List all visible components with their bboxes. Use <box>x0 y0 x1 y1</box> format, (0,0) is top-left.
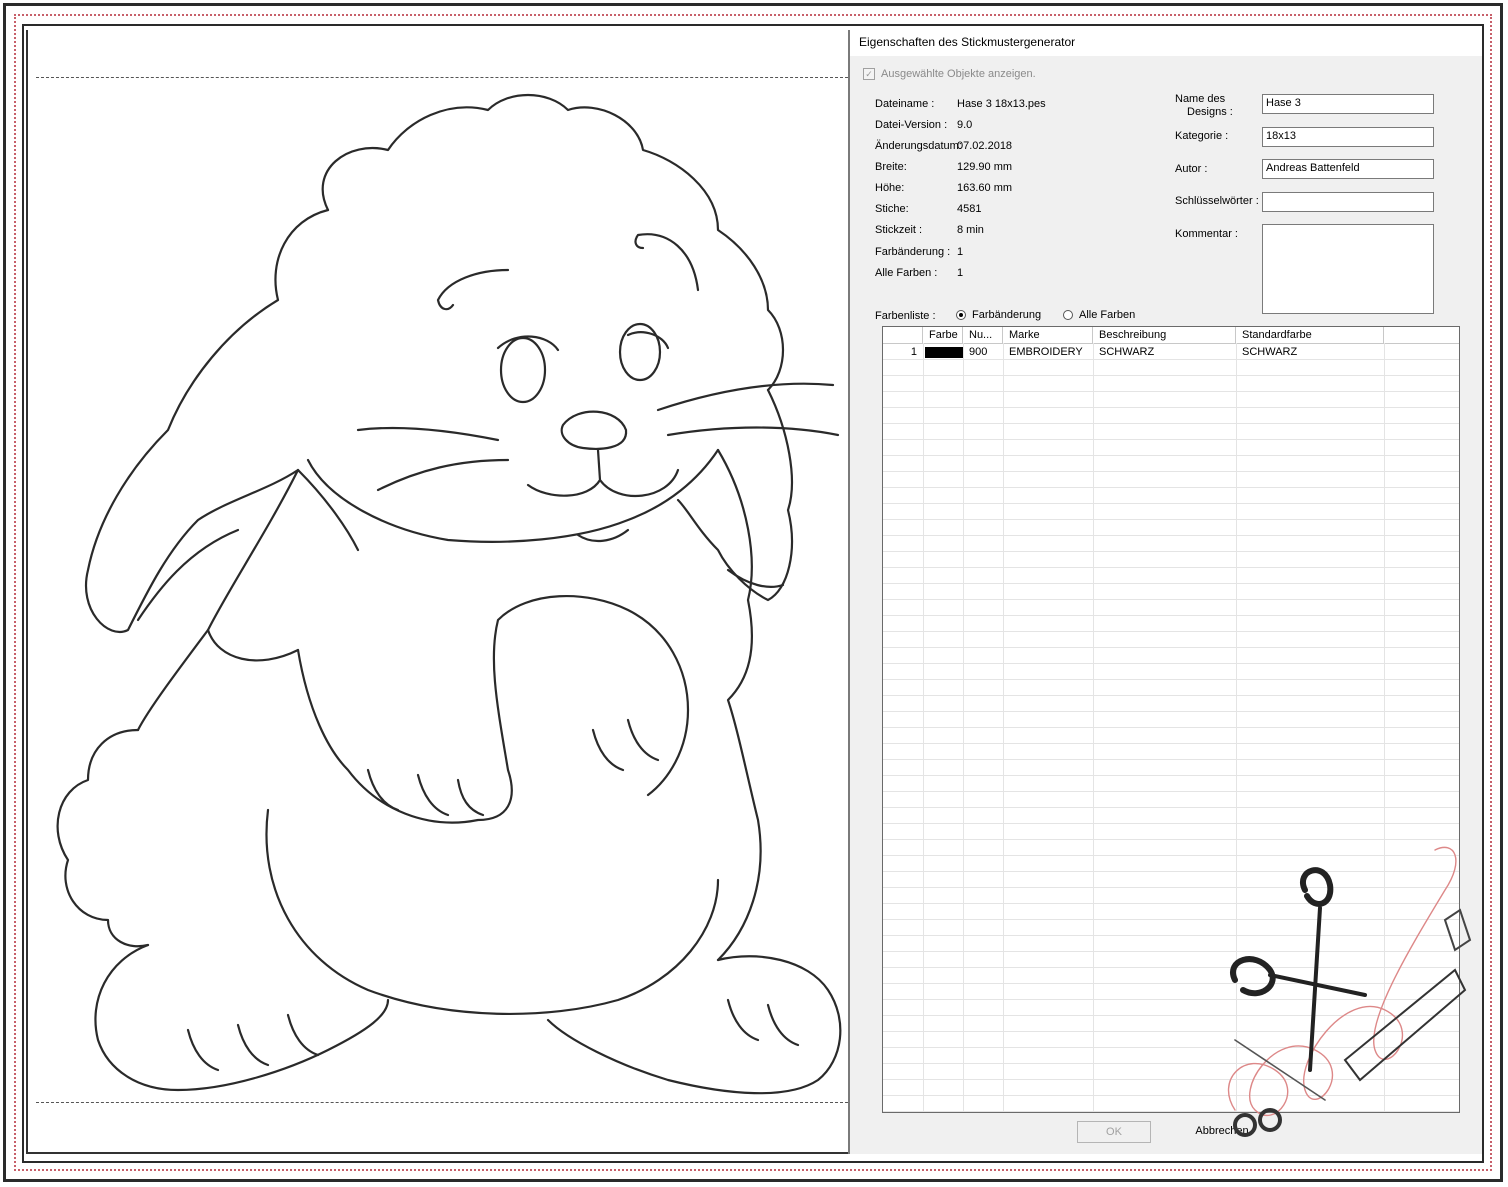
radio-unselected-icon <box>1063 310 1073 320</box>
row-number: 900 <box>969 346 988 358</box>
header-standard[interactable]: Standardfarbe <box>1236 327 1384 343</box>
category-input[interactable]: 18x13 <box>1262 127 1434 147</box>
prop-value-height: 163.60 mm <box>957 182 1013 194</box>
prop-label-version: Datei-Version : <box>875 119 948 131</box>
prop-label-color-changes: Farbänderung : <box>875 246 951 258</box>
radio-color-change[interactable]: Farbänderung <box>956 309 1041 321</box>
row-standard: SCHWARZ <box>1242 346 1298 358</box>
header-index <box>883 327 923 343</box>
keywords-label: Schlüsselwörter : <box>1175 195 1259 207</box>
row-index: 1 <box>910 346 917 358</box>
checkbox-icon: ✓ <box>863 68 875 80</box>
radio-all-colors[interactable]: Alle Farben <box>1063 309 1135 321</box>
show-selected-checkbox[interactable]: ✓ Ausgewählte Objekte anzeigen. <box>863 68 1036 80</box>
sewing-logo <box>1228 846 1472 1137</box>
design-canvas[interactable] <box>26 30 848 1154</box>
prop-label-stitches: Stiche: <box>875 203 909 215</box>
radio-all-colors-label: Alle Farben <box>1079 309 1136 321</box>
prop-label-time: Stickzeit : <box>875 224 923 236</box>
prop-value-date: 07.02.2018 <box>957 140 1013 152</box>
prop-value-time: 8 min <box>957 224 984 236</box>
dialog-title: Eigenschaften des Stickmustergenerator <box>850 30 1482 56</box>
column-divider <box>1093 343 1094 1112</box>
table-header: Farbe Nu... Marke Beschreibung Standardf… <box>883 327 1459 344</box>
prop-value-all-colors: 1 <box>957 267 964 279</box>
category-label: Kategorie : <box>1175 130 1229 142</box>
header-number[interactable]: Nu... <box>963 327 1003 343</box>
author-label: Autor : <box>1175 163 1208 175</box>
header-color[interactable]: Farbe <box>923 327 963 343</box>
color-swatch <box>925 347 963 358</box>
design-name-input[interactable]: Hase 3 <box>1262 94 1434 114</box>
prop-value-stitches: 4581 <box>957 203 982 215</box>
prop-label-height: Höhe: <box>875 182 905 194</box>
prop-label-filename: Dateiname : <box>875 98 935 110</box>
comment-label: Kommentar : <box>1175 228 1238 240</box>
color-list-label: Farbenliste : <box>875 310 936 322</box>
prop-value-filename: Hase 3 18x13.pes <box>957 98 1046 110</box>
show-selected-label: Ausgewählte Objekte anzeigen. <box>881 68 1036 80</box>
header-description[interactable]: Beschreibung <box>1093 327 1236 343</box>
column-divider <box>923 343 924 1112</box>
prop-value-color-changes: 1 <box>957 246 964 258</box>
keywords-input[interactable] <box>1262 192 1434 212</box>
column-divider <box>1003 343 1004 1112</box>
header-brand[interactable]: Marke <box>1003 327 1093 343</box>
column-divider <box>963 343 964 1112</box>
comment-textarea[interactable] <box>1262 224 1434 314</box>
watermark-logo <box>28 30 850 1154</box>
prop-value-width: 129.90 mm <box>957 161 1013 173</box>
ok-button[interactable]: OK <box>1077 1121 1151 1143</box>
row-description: SCHWARZ <box>1099 346 1155 358</box>
radio-selected-icon <box>956 310 966 320</box>
author-input[interactable]: Andreas Battenfeld <box>1262 159 1434 179</box>
design-name-label: Name des Designs : <box>1175 93 1233 118</box>
radio-color-change-label: Farbänderung <box>972 309 1042 321</box>
prop-value-version: 9.0 <box>957 119 973 131</box>
properties-dialog: Eigenschaften des Stickmustergenerator ✓… <box>848 30 1482 1154</box>
prop-label-all-colors: Alle Farben : <box>875 267 938 279</box>
row-brand: EMBROIDERY <box>1009 346 1083 358</box>
prop-label-date: Änderungsdatum: <box>875 140 962 152</box>
prop-label-width: Breite: <box>875 161 907 173</box>
